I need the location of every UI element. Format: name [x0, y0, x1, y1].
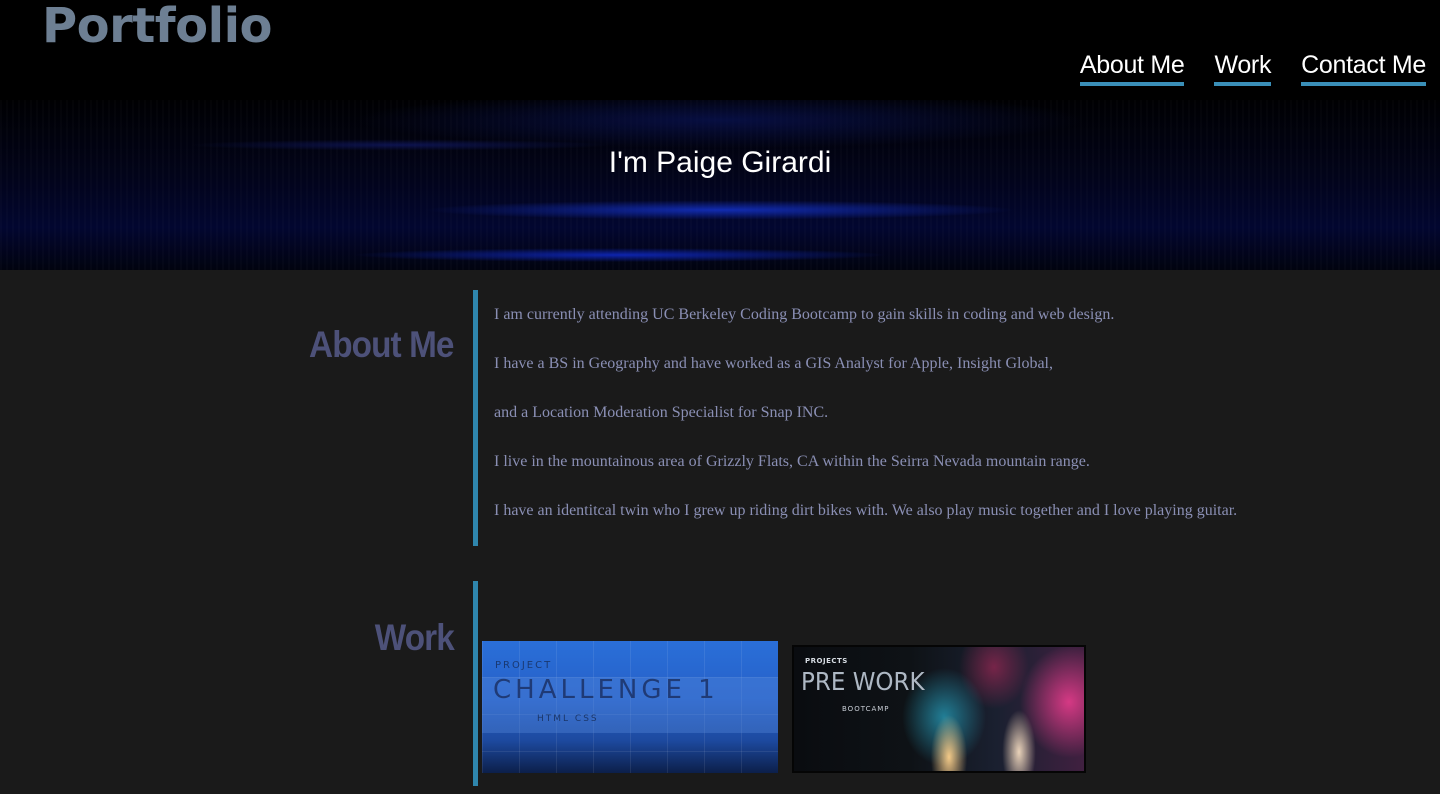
nav-link-about-me[interactable]: About Me: [1079, 48, 1185, 86]
project-label: PROJECT: [495, 660, 553, 671]
about-divider: [473, 290, 478, 546]
project-thumbnail-pre-work[interactable]: PROJECTS PRE WORK BOOTCAMP: [792, 645, 1086, 773]
work-divider: [473, 581, 478, 786]
project-title: PRE WORK: [801, 667, 925, 696]
work-section: Work PROJECT CHALLENGE 1 HTML CSS PROJEC…: [0, 581, 1440, 794]
nav-link-work[interactable]: Work: [1214, 48, 1271, 86]
work-heading: Work: [374, 617, 455, 658]
about-paragraph: I have a BS in Geography and have worked…: [494, 355, 1053, 372]
about-paragraph: and a Location Moderation Specialist for…: [494, 404, 829, 421]
site-header: Portfolio About Me Work Contact Me: [0, 0, 1440, 100]
project-label: PROJECTS: [805, 657, 848, 665]
about-text: I am currently attending UC Berkeley Cod…: [494, 303, 1394, 548]
about-paragraph: I have an identitcal twin who I grew up …: [494, 502, 1238, 519]
project-subtitle: HTML CSS: [537, 714, 599, 724]
hero-title: I'm Paige Girardi: [608, 146, 832, 179]
project-title: CHALLENGE 1: [493, 675, 719, 705]
about-heading: About Me: [309, 324, 455, 365]
hero-banner: I'm Paige Girardi: [0, 100, 1440, 270]
about-paragraph: I am currently attending UC Berkeley Cod…: [494, 306, 1115, 323]
nav-link-contact-me[interactable]: Contact Me: [1301, 48, 1426, 86]
project-subtitle: BOOTCAMP: [842, 705, 890, 713]
main-nav: About Me Work Contact Me: [1079, 48, 1426, 86]
about-section: About Me I am currently attending UC Ber…: [0, 290, 1440, 546]
project-thumbnail-challenge-1[interactable]: PROJECT CHALLENGE 1 HTML CSS: [482, 641, 778, 773]
about-paragraph: I live in the mountainous area of Grizzl…: [494, 453, 1090, 470]
site-logo[interactable]: Portfolio: [42, 0, 273, 58]
